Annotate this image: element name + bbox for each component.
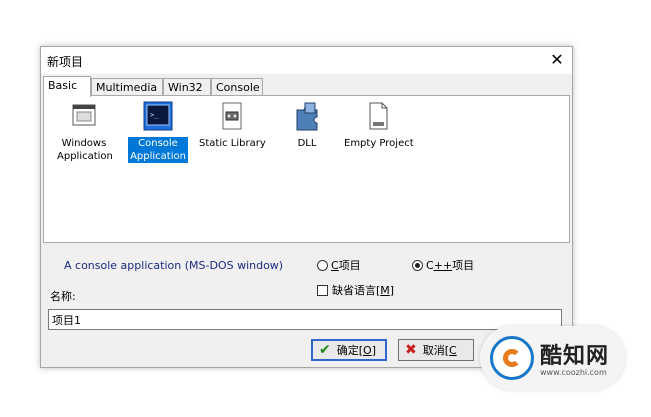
static-library-icon	[222, 102, 242, 130]
project-dll[interactable]: DLL	[282, 100, 332, 150]
default-language-end: ]	[389, 283, 395, 297]
watermark-title: 酷知网	[540, 344, 610, 369]
radio-c-project[interactable]: C 项目	[317, 257, 361, 273]
ok-button-label: 确定[	[336, 344, 364, 357]
windows-app-icon	[72, 104, 96, 126]
close-icon[interactable]: ✕	[546, 49, 568, 71]
radio-cpp-project[interactable]: C ++ 项目	[412, 257, 474, 273]
project-label: Windows Application	[55, 137, 113, 163]
project-label-line1: Static Library	[199, 138, 266, 149]
radio-c[interactable]	[317, 259, 328, 271]
default-language-key: M	[380, 283, 390, 297]
tab-console[interactable]: Console	[211, 78, 263, 96]
project-label-line2: Application	[130, 151, 186, 162]
project-label-line1: Empty Project	[344, 138, 414, 149]
dll-icon	[296, 102, 318, 131]
project-console-application[interactable]: >_ Console Application	[128, 100, 188, 163]
radio-c-key: C	[331, 258, 339, 272]
tab-multimedia[interactable]: Multimedia	[91, 78, 163, 96]
default-language-label: 缺省语言[	[332, 284, 381, 297]
project-label-line2: Application	[57, 151, 113, 162]
coozhi-logo-icon	[490, 336, 534, 380]
name-label: 名称:	[50, 290, 76, 303]
new-project-dialog: 新项目 ✕ Basic Multimedia Win32 Console Win…	[40, 46, 573, 368]
radio-cpp-plus: ++	[433, 258, 453, 272]
window-title: 新项目	[47, 55, 84, 69]
cancel-button-key: C	[449, 343, 457, 357]
radio-cpp-key: C	[426, 258, 434, 272]
project-name-input[interactable]	[48, 309, 562, 330]
ok-button-end: ]	[371, 343, 376, 357]
radio-c-suffix: 项目	[338, 259, 361, 272]
project-label: Console Application	[128, 137, 188, 163]
watermark-url: www.coozhi.com	[540, 368, 607, 377]
project-static-library[interactable]: Static Library	[197, 100, 267, 150]
ok-button-key: O	[363, 343, 372, 357]
project-label-line1: Windows	[61, 138, 107, 149]
watermark-badge: 酷知网 www.coozhi.com	[480, 326, 625, 390]
default-language-checkbox[interactable]	[317, 284, 328, 296]
console-app-icon: >_	[143, 101, 173, 131]
radio-cpp[interactable]	[412, 259, 423, 271]
project-empty-project[interactable]: Empty Project	[342, 100, 414, 150]
empty-project-icon	[369, 102, 388, 130]
project-label: DLL	[282, 137, 332, 150]
ok-button[interactable]: ✔ 确定[O]	[311, 339, 387, 361]
project-label-line1: Console	[138, 138, 178, 149]
project-type-panel: Windows Application >_ Console Applicati…	[43, 95, 570, 243]
cancel-button[interactable]: ✖ 取消[C	[398, 339, 474, 361]
project-windows-application[interactable]: Windows Application	[55, 100, 113, 163]
tab-basic[interactable]: Basic	[43, 76, 91, 97]
x-icon: ✖	[405, 342, 417, 358]
project-label: Empty Project	[342, 137, 414, 150]
radio-cpp-suffix: 项目	[452, 259, 475, 272]
title-bar: 新项目 ✕	[41, 47, 572, 74]
svg-text:>_: >_	[150, 111, 159, 119]
checkmark-icon: ✔	[319, 342, 331, 358]
cancel-button-label: 取消[	[422, 344, 450, 357]
project-label: Static Library	[197, 137, 267, 150]
project-label-line1: DLL	[297, 138, 317, 149]
tab-win32[interactable]: Win32	[163, 78, 211, 96]
default-language-checkbox-row[interactable]: 缺省语言[M]	[317, 282, 394, 298]
project-description: A console application (MS-DOS window)	[64, 259, 284, 272]
